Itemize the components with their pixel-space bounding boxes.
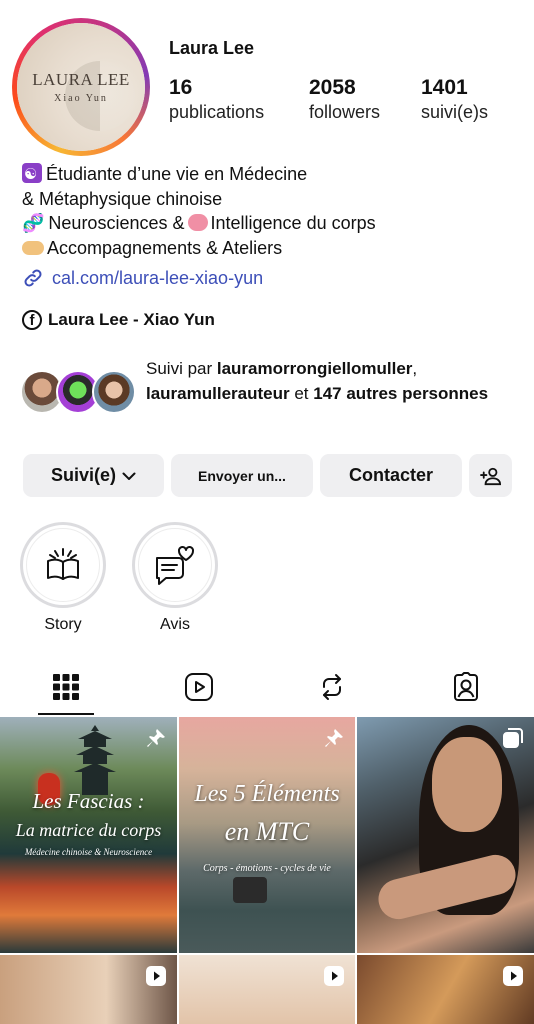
link-text: cal.com/laura-lee-xiao-yun — [52, 267, 264, 288]
grid-icon — [53, 674, 79, 700]
active-tab-indicator — [38, 713, 94, 715]
followed-others: 147 autres personnes — [313, 384, 489, 403]
post-tile[interactable] — [357, 717, 534, 953]
handshake-icon — [22, 240, 44, 255]
profile-link[interactable]: cal.com/laura-lee-xiao-yun — [22, 267, 263, 289]
highlight-avis[interactable]: Avis — [132, 522, 218, 634]
profile-tabs — [0, 664, 534, 716]
followed-user: lauramorrongiellomuller — [216, 359, 413, 378]
stat-publications[interactable]: 16 publications — [169, 76, 264, 123]
reel-icon — [502, 965, 524, 987]
mutual-followers-text[interactable]: Suivi par lauramorrongiellomuller, laura… — [146, 356, 516, 406]
portrait-face — [432, 737, 502, 832]
contact-button[interactable]: Contacter — [320, 454, 462, 497]
highlight-cover — [138, 528, 212, 602]
highlight-label: Story — [44, 616, 82, 633]
avatar — [92, 370, 136, 414]
profile-avatar[interactable]: LAURA LEE Xiao Yun — [12, 18, 150, 156]
avatar-logo-text: LAURA LEE — [32, 70, 130, 89]
bio-line: Accompagnements & Ateliers — [22, 236, 376, 261]
highlight-label: Avis — [160, 616, 190, 633]
yin-yang-icon — [22, 163, 42, 188]
bio-line: & Métaphysique chinoise — [22, 188, 223, 209]
reels-icon — [185, 673, 213, 701]
stat-value: 1401 — [421, 76, 468, 99]
stat-label: publications — [169, 102, 265, 122]
highlight-ring — [132, 522, 218, 608]
tab-tagged[interactable] — [436, 664, 496, 710]
open-book-icon — [47, 548, 79, 580]
stat-followers[interactable]: 2058 followers — [309, 76, 380, 123]
pin-icon — [145, 727, 167, 749]
post-tile[interactable] — [179, 955, 355, 1024]
post-tile[interactable] — [357, 955, 534, 1024]
message-button[interactable]: Envoyer un... — [171, 454, 313, 497]
post-subtitle: Médecine chinoise & Neuroscience — [24, 847, 153, 857]
add-person-icon — [479, 467, 501, 485]
reel-icon — [323, 965, 345, 987]
tab-reposts[interactable] — [302, 664, 362, 710]
facebook-icon: f — [22, 310, 42, 330]
tab-grid[interactable] — [36, 664, 96, 710]
bio-text: Accompagnements & Ateliers — [47, 237, 283, 258]
bio-line: 🧬 Neurosciences & Intelligence du corps — [22, 211, 376, 236]
highlight-story[interactable]: Story — [20, 522, 106, 634]
highlight-cover — [26, 528, 100, 602]
followed-middle: et — [294, 384, 309, 403]
suggest-users-button[interactable] — [469, 454, 512, 497]
tagged-icon — [454, 672, 478, 701]
boat-illustration — [233, 877, 267, 903]
post-title: La matrice du corps — [15, 820, 162, 840]
pagoda-illustration — [74, 725, 116, 795]
dna-icon: 🧬 — [22, 213, 45, 233]
post-title: Les 5 Éléments — [194, 781, 340, 807]
brain-icon — [187, 214, 208, 231]
avatar-logo-subtext: Xiao Yun — [54, 93, 108, 104]
bio-text: Intelligence du corps — [210, 213, 376, 233]
post-tile[interactable]: Les 5 Éléments en MTC Corps - émotions -… — [179, 717, 355, 953]
post-tile[interactable] — [0, 955, 177, 1024]
highlight-ring — [20, 522, 106, 608]
facebook-text: Laura Lee - Xiao Yun — [48, 310, 215, 329]
facebook-link[interactable]: f Laura Lee - Xiao Yun — [22, 310, 215, 330]
followed-prefix: Suivi par — [146, 359, 213, 378]
link-icon — [24, 269, 42, 287]
bio-text: Étudiante d’une vie en Médecine — [46, 164, 308, 184]
followed-user: lauramullerauteur — [146, 384, 290, 403]
speech-heart-icon — [156, 546, 194, 585]
carousel-icon — [502, 727, 524, 749]
profile-name: Laura Lee — [169, 38, 255, 58]
profile-bio: Étudiante d’une vie en Médecine & Métaph… — [22, 162, 376, 260]
following-label: Suivi(e) — [50, 465, 116, 485]
stat-label: suivi(e)s — [421, 102, 489, 122]
pin-icon — [323, 727, 345, 749]
post-title: en MTC — [224, 817, 310, 846]
reposts-icon — [323, 674, 341, 700]
tab-reels[interactable] — [169, 664, 229, 710]
post-subtitle: Corps - émotions - cycles de vie — [203, 863, 331, 874]
stat-following[interactable]: 1401 suivi(e)s — [421, 76, 488, 123]
chevron-down-icon — [122, 472, 136, 480]
post-tile[interactable]: Les Fascias : La matrice du corps Médeci… — [0, 717, 177, 953]
following-button[interactable]: Suivi(e) — [23, 454, 164, 497]
reel-icon — [145, 965, 167, 987]
stat-label: followers — [309, 102, 381, 122]
post-title: Les Fascias : — [32, 789, 145, 813]
bio-text: Neurosciences & — [48, 213, 185, 233]
bio-line: Étudiante d’une vie en Médecine — [22, 162, 376, 188]
mutual-followers-avatars[interactable] — [20, 370, 140, 416]
stat-value: 2058 — [309, 76, 356, 99]
avatar-image: LAURA LEE Xiao Yun — [17, 23, 145, 151]
stat-value: 16 — [169, 76, 193, 99]
